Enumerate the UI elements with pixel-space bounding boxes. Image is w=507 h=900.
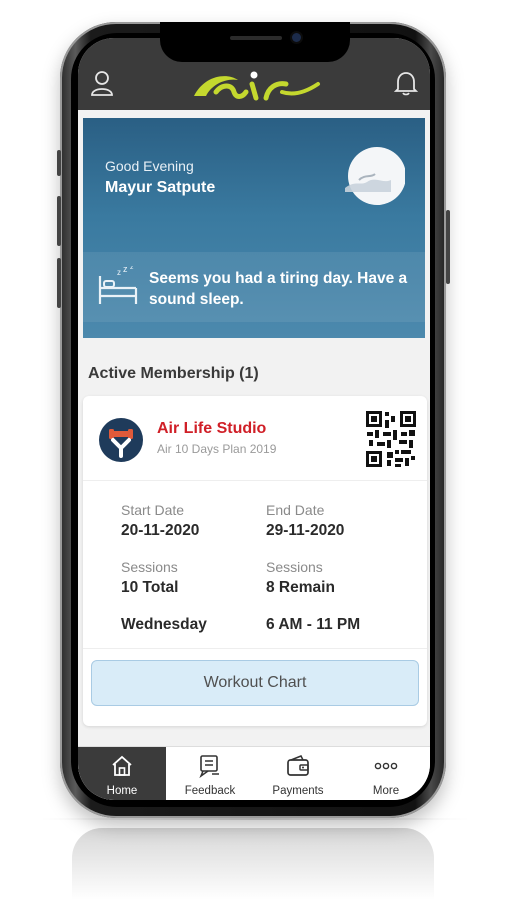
- tab-label: Feedback: [184, 785, 236, 797]
- home-content[interactable]: Good Evening Mayur Satpute z z z Seems y…: [78, 110, 430, 746]
- volume-down-button: [57, 258, 61, 308]
- sessions-total: 10 Total: [121, 579, 179, 596]
- end-date-value: 29-11-2020: [266, 522, 345, 539]
- greeting-banner: Good Evening Mayur Satpute z z z Seems y…: [83, 118, 425, 338]
- schedule-day: Wednesday: [121, 616, 207, 633]
- air-logo: [186, 62, 326, 108]
- tab-label: Home: [106, 785, 138, 797]
- plan-name: Air 10 Days Plan 2019: [157, 442, 277, 456]
- greeting-text: Good Evening: [105, 158, 194, 174]
- studio-logo: [99, 418, 143, 462]
- home-icon: [110, 754, 134, 778]
- svg-text:z: z: [117, 268, 121, 277]
- mute-switch: [57, 150, 61, 176]
- tab-home[interactable]: Home: [78, 747, 166, 800]
- card-divider: [83, 648, 427, 649]
- sessions-label: Sessions: [121, 559, 178, 575]
- bottom-tab-bar: Home Feedback Payments More: [78, 746, 430, 800]
- phone-notch: [160, 22, 350, 62]
- profile-icon[interactable]: [90, 70, 114, 96]
- tab-more[interactable]: More: [342, 747, 430, 800]
- end-date-label: End Date: [266, 502, 325, 518]
- start-date-value: 20-11-2020: [121, 522, 200, 539]
- studio-name: Air Life Studio: [157, 420, 267, 437]
- front-camera: [292, 33, 301, 42]
- sleep-message: Seems you had a tiring day. Have a sound…: [149, 270, 408, 308]
- card-divider: [83, 480, 427, 481]
- phone-reflection: [72, 828, 434, 900]
- moon-icon: [345, 144, 406, 208]
- qr-code-icon[interactable]: [365, 410, 417, 468]
- speaker-grille: [230, 36, 282, 40]
- tab-label: Payments: [272, 785, 324, 797]
- bell-icon[interactable]: [393, 70, 419, 96]
- more-icon: [374, 754, 398, 778]
- svg-text:z: z: [123, 266, 128, 274]
- user-name: Mayur Satpute: [105, 179, 216, 196]
- tab-feedback[interactable]: Feedback: [166, 747, 254, 800]
- power-button: [446, 210, 450, 284]
- tab-payments[interactable]: Payments: [254, 747, 342, 800]
- start-date-label: Start Date: [121, 502, 185, 518]
- floor-line: [40, 818, 470, 820]
- schedule-time: 6 AM - 11 PM: [266, 616, 361, 633]
- app-screen: Good Evening Mayur Satpute z z z Seems y…: [78, 38, 430, 800]
- tab-label: More: [372, 785, 400, 797]
- wallet-icon: [286, 754, 310, 778]
- sessions-remain-label: Sessions: [266, 559, 323, 575]
- feedback-icon: [198, 754, 222, 779]
- membership-card[interactable]: Air Life Studio Air 10 Days Plan 2019 St…: [83, 396, 427, 726]
- workout-chart-button[interactable]: Workout Chart: [91, 660, 419, 706]
- active-membership-title: Active Membership (1): [88, 365, 259, 382]
- bed-icon: z z z: [97, 264, 139, 306]
- volume-up-button: [57, 196, 61, 246]
- sessions-remain: 8 Remain: [266, 579, 335, 596]
- sleep-message-strip: z z z Seems you had a tiring day. Have a…: [83, 252, 425, 322]
- svg-text:z: z: [130, 266, 134, 271]
